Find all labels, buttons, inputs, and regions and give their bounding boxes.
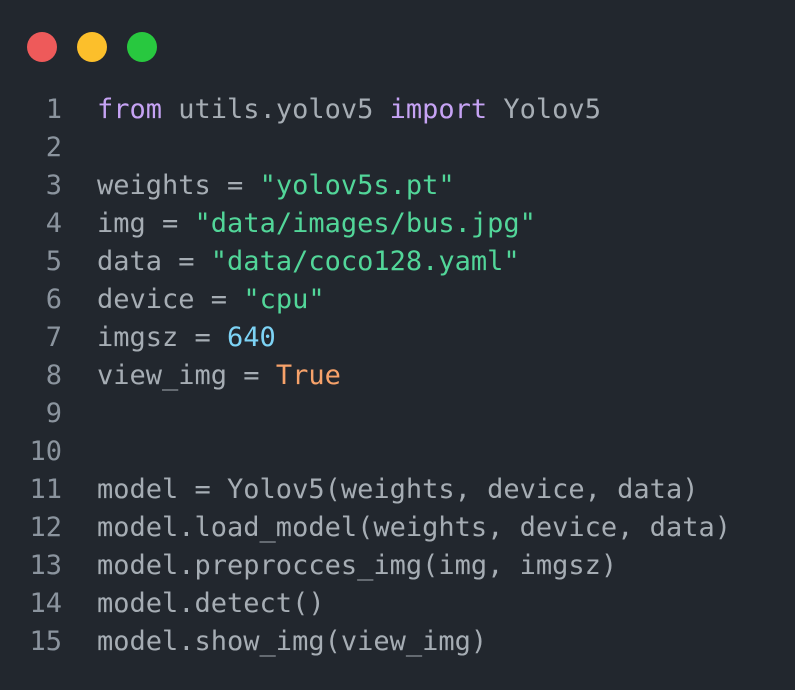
close-button[interactable] (27, 32, 57, 62)
code-token: 640 (227, 322, 276, 353)
line-number: 15 (29, 626, 62, 657)
code-token: weights = (97, 170, 260, 201)
line-number: 12 (29, 512, 62, 543)
code-token: view_img = (97, 360, 276, 391)
code-token: utils.yolov5 (162, 94, 390, 125)
code-text: weights = "yolov5s.pt" (97, 167, 455, 205)
code-line: 10 (0, 433, 731, 471)
code-token: from (97, 94, 163, 125)
line-number: 8 (45, 360, 62, 391)
code-line: 5 data = "data/coco128.yaml" (0, 243, 731, 281)
code-token: import (389, 94, 488, 125)
line-number: 1 (45, 94, 62, 125)
code-text: device = "cpu" (97, 281, 325, 319)
line-number: 3 (45, 170, 62, 201)
code-token: model = Yolov5(weights, device, data) (97, 474, 699, 505)
code-token: "data/images/bus.jpg" (194, 208, 536, 239)
code-token: "yolov5s.pt" (259, 170, 455, 201)
code-token: model.preprocces_img(img, imgsz) (97, 550, 618, 581)
line-number: 2 (45, 132, 62, 163)
code-line: 6 device = "cpu" (0, 281, 731, 319)
code-text: imgsz = 640 (97, 319, 276, 357)
code-line: 13 model.preprocces_img(img, imgsz) (0, 547, 731, 585)
line-number: 7 (45, 322, 62, 353)
line-number: 13 (29, 550, 62, 581)
code-line: 3 weights = "yolov5s.pt" (0, 167, 731, 205)
code-editor[interactable]: 1 from utils.yolov5 import Yolov5 2 3 weight… (0, 91, 731, 661)
code-token: Yolov5 (487, 94, 601, 125)
code-text: data = "data/coco128.yaml" (97, 243, 520, 281)
code-text: from utils.yolov5 import Yolov5 (97, 91, 601, 129)
code-text: view_img = True (97, 357, 341, 395)
line-number: 4 (45, 208, 62, 239)
code-line: 7 imgsz = 640 (0, 319, 731, 357)
code-token: device = (97, 284, 244, 315)
code-token: model.load_model(weights, device, data) (97, 512, 731, 543)
code-text: model = Yolov5(weights, device, data) (97, 471, 698, 509)
code-line: 8 view_img = True (0, 357, 731, 395)
code-line: 1 from utils.yolov5 import Yolov5 (0, 91, 731, 129)
code-token: data = (97, 246, 211, 277)
code-token: model.show_img(view_img) (97, 626, 488, 657)
code-token: img = (97, 208, 195, 239)
code-window: 1 from utils.yolov5 import Yolov5 2 3 weight… (0, 0, 795, 690)
code-text: model.load_model(weights, device, data) (97, 509, 731, 547)
code-line: 15 model.show_img(view_img) (0, 623, 731, 661)
code-text: model.preprocces_img(img, imgsz) (97, 547, 617, 585)
code-line: 4 img = "data/images/bus.jpg" (0, 205, 731, 243)
code-token: "cpu" (243, 284, 325, 315)
code-line: 11 model = Yolov5(weights, device, data) (0, 471, 731, 509)
code-line: 12 model.load_model(weights, device, data… (0, 509, 731, 547)
code-token: model.detect() (97, 588, 325, 619)
line-number: 6 (45, 284, 62, 315)
line-number: 14 (29, 588, 62, 619)
code-text: model.show_img(view_img) (97, 623, 487, 661)
minimize-button[interactable] (77, 32, 107, 62)
code-line: 9 (0, 395, 731, 433)
maximize-button[interactable] (127, 32, 157, 62)
line-number: 11 (29, 474, 62, 505)
line-number: 10 (29, 436, 62, 467)
code-line: 14 model.detect() (0, 585, 731, 623)
window-controls (27, 32, 157, 62)
code-token: imgsz = (97, 322, 228, 353)
code-line: 2 (0, 129, 731, 167)
line-number: 9 (45, 398, 62, 429)
code-token: True (275, 360, 341, 391)
code-token: "data/coco128.yaml" (210, 246, 520, 277)
line-number: 5 (45, 246, 62, 277)
code-text: img = "data/images/bus.jpg" (97, 205, 536, 243)
code-text: model.detect() (97, 585, 325, 623)
